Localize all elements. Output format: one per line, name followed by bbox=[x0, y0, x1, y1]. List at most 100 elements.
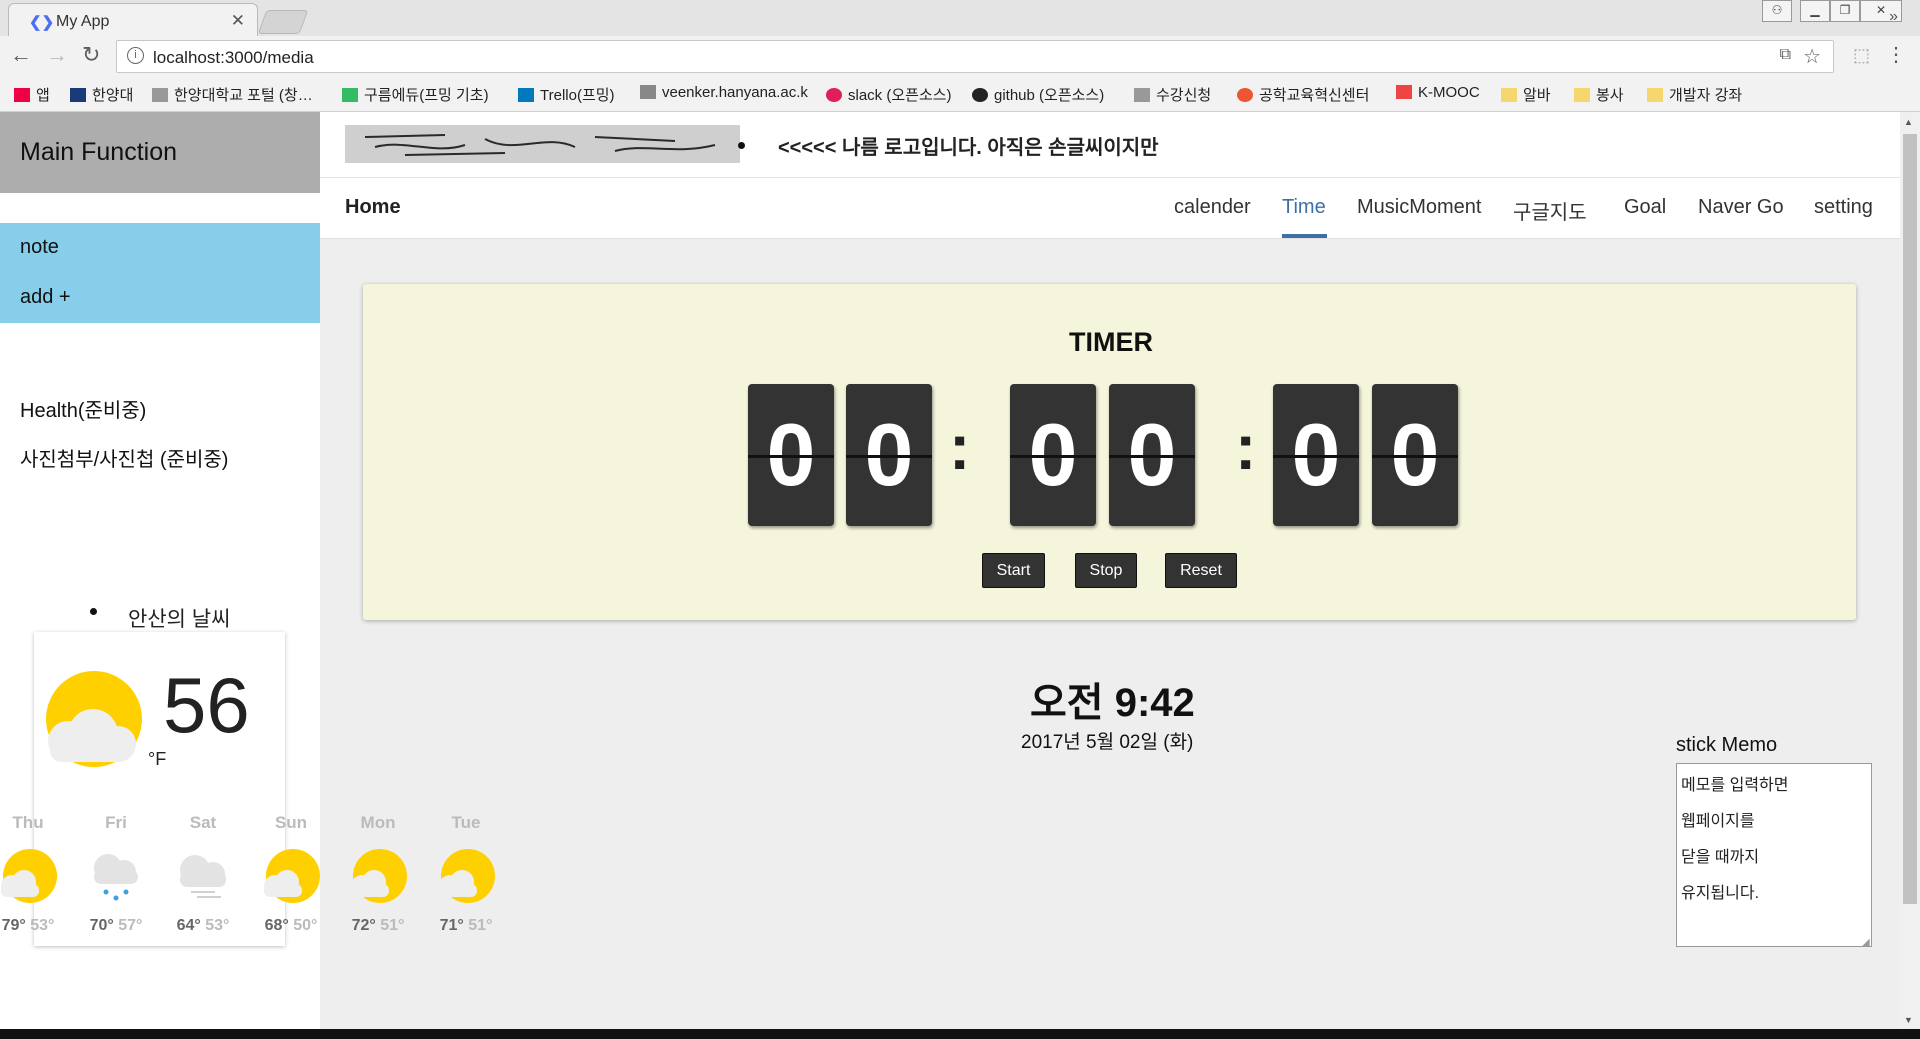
start-button[interactable]: Start bbox=[982, 553, 1045, 588]
bookmark-item[interactable]: Trello(프밍) bbox=[518, 84, 615, 105]
bookmark-item[interactable]: 구름에듀(프밍 기초) bbox=[342, 84, 489, 105]
document-icon bbox=[640, 85, 656, 99]
scroll-up-arrow-icon[interactable]: ▲ bbox=[1904, 117, 1913, 127]
extension-icon[interactable]: ⬚ bbox=[1853, 45, 1870, 66]
resize-grip-icon[interactable]: ◢ bbox=[1862, 937, 1870, 948]
restore-icon[interactable]: ❐ bbox=[1830, 0, 1860, 22]
sidebar-title: Main Function bbox=[20, 138, 178, 166]
forecast-temps: 68° 50° bbox=[251, 917, 331, 935]
forecast-day: Sat bbox=[189, 813, 217, 832]
os-taskbar bbox=[0, 1029, 1920, 1039]
tab-google-map[interactable]: 구글지도 bbox=[1513, 196, 1587, 225]
partly-cloudy-icon bbox=[351, 849, 407, 903]
forecast-temps: 70° 57° bbox=[76, 917, 156, 935]
bookmark-item[interactable]: 한양대 bbox=[70, 84, 133, 105]
timer-digit: 0 bbox=[1010, 384, 1096, 526]
reload-icon[interactable]: ↻ bbox=[82, 42, 100, 68]
timer-colon: : bbox=[949, 411, 971, 483]
chrome-icon bbox=[1237, 88, 1253, 102]
forecast-low: 51° bbox=[380, 917, 405, 934]
bookmark-item[interactable]: slack (오픈소스) bbox=[826, 84, 952, 105]
bookmark-label: veenker.hanyana.ac.k bbox=[662, 84, 808, 101]
browser-toolbar: ← → ↻ i localhost:3000/media ⧉ ☆ bbox=[0, 36, 1920, 76]
bookmarks-overflow-icon[interactable]: » bbox=[1889, 8, 1898, 26]
forecast-low: 53° bbox=[30, 917, 55, 934]
bookmark-label: 알바 bbox=[1523, 87, 1551, 104]
bookmark-item[interactable]: K-MOOC bbox=[1396, 84, 1480, 101]
bookmark-label: 개발자 강좌 bbox=[1669, 87, 1743, 104]
goorm-icon bbox=[342, 88, 358, 102]
bookmark-item[interactable]: veenker.hanyana.ac.k bbox=[640, 84, 808, 101]
handwritten-logo-image bbox=[345, 125, 740, 163]
tab-title: My App bbox=[56, 13, 110, 30]
scrollbar-thumb[interactable] bbox=[1903, 134, 1917, 904]
site-info-icon[interactable]: i bbox=[127, 47, 144, 64]
bookmark-item[interactable]: github (오픈소스) bbox=[972, 84, 1104, 105]
tab-setting[interactable]: setting bbox=[1814, 196, 1873, 219]
scroll-down-arrow-icon[interactable]: ▼ bbox=[1904, 1015, 1913, 1025]
browser-menu-icon[interactable]: ⋮ bbox=[1886, 42, 1906, 67]
url-text[interactable]: localhost:3000/media bbox=[153, 48, 314, 68]
forecast-day: Thu bbox=[12, 813, 44, 832]
bookmark-label: github (오픈소스) bbox=[994, 87, 1105, 104]
weather-title: 안산의 날씨 bbox=[128, 608, 231, 631]
partly-cloudy-icon bbox=[46, 671, 142, 767]
sidebar-item-health[interactable]: Health(준비중) bbox=[20, 394, 146, 423]
stop-button[interactable]: Stop bbox=[1075, 553, 1137, 588]
partly-cloudy-icon bbox=[439, 849, 495, 903]
forecast-day: Fri bbox=[105, 813, 127, 832]
sidebar-item-note[interactable]: note bbox=[20, 236, 59, 259]
minimize-icon[interactable]: ▁ bbox=[1800, 0, 1830, 22]
bookmark-item[interactable]: 알바 bbox=[1501, 84, 1551, 105]
memo-line: 유지됩니다. bbox=[1681, 885, 1760, 902]
sidebar-item-add[interactable]: add + bbox=[20, 286, 71, 309]
bookmark-label: 봉사 bbox=[1596, 87, 1624, 104]
timer-digit: 0 bbox=[748, 384, 834, 526]
bookmark-label: K-MOOC bbox=[1418, 84, 1480, 101]
tab-time[interactable]: Time bbox=[1282, 196, 1326, 219]
hanyang-icon bbox=[70, 88, 86, 102]
bookmark-label: 공학교육혁신센터 bbox=[1259, 87, 1370, 104]
address-bar[interactable]: i localhost:3000/media ⧉ ☆ bbox=[116, 40, 1834, 73]
bookmark-item[interactable]: 앱 bbox=[14, 84, 50, 105]
nav-home-link[interactable]: Home bbox=[345, 196, 401, 219]
translate-icon[interactable]: ⧉ bbox=[1780, 46, 1791, 64]
memo-textarea[interactable]: 메모를 입력하면 웹페이지를 닫을 때까지 유지됩니다. bbox=[1676, 763, 1872, 947]
apps-grid-icon bbox=[14, 88, 30, 102]
forecast-low: 57° bbox=[118, 917, 143, 934]
tab-naver-go[interactable]: Naver Go bbox=[1698, 196, 1784, 219]
bookmark-label: Trello(프밍) bbox=[540, 87, 615, 104]
bookmark-item[interactable]: 수강신청 bbox=[1134, 84, 1211, 105]
github-icon bbox=[972, 88, 988, 102]
tab-musicmoment[interactable]: MusicMoment bbox=[1357, 196, 1481, 219]
tab-close-icon[interactable]: ✕ bbox=[231, 11, 245, 31]
bookmark-label: 앱 bbox=[36, 87, 50, 104]
list-bullet bbox=[738, 142, 745, 149]
browser-tab[interactable]: ❮❯ My App ✕ bbox=[8, 3, 258, 37]
bookmarks-bar: 앱 한양대 한양대학교 포털 (창… 구름에듀(프밍 기초) Trello(프밍) vee… bbox=[0, 76, 1920, 112]
logo-caption: <<<<< 나름 로고입니다. 아직은 손글씨이지만 bbox=[778, 137, 1159, 159]
list-bullet bbox=[90, 608, 97, 615]
back-arrow-icon[interactable]: ← bbox=[10, 42, 32, 68]
forecast-high: 70° bbox=[89, 917, 114, 934]
forecast-high: 68° bbox=[264, 917, 289, 934]
profile-icon[interactable]: ⚇ bbox=[1762, 0, 1792, 22]
forward-arrow-icon[interactable]: → bbox=[46, 42, 68, 68]
memo-line: 메모를 입력하면 bbox=[1681, 777, 1789, 794]
bookmark-item[interactable]: 개발자 강좌 bbox=[1647, 84, 1742, 105]
trello-icon bbox=[518, 88, 534, 102]
forecast-temps: 71° 51° bbox=[426, 917, 506, 935]
timer-digit: 0 bbox=[1109, 384, 1195, 526]
bookmark-star-icon[interactable]: ☆ bbox=[1803, 44, 1821, 69]
tab-calender[interactable]: calender bbox=[1174, 196, 1251, 219]
sidebar-item-photos[interactable]: 사진첨부/사진첩 (준비중) bbox=[20, 443, 228, 472]
forecast-high: 64° bbox=[176, 917, 201, 934]
new-tab-button[interactable] bbox=[257, 10, 309, 34]
bookmark-item[interactable]: 공학교육혁신센터 bbox=[1237, 84, 1369, 105]
tab-goal[interactable]: Goal bbox=[1624, 196, 1666, 219]
bookmark-label: 구름에듀(프밍 기초) bbox=[364, 87, 489, 104]
reset-button[interactable]: Reset bbox=[1165, 553, 1237, 588]
bookmark-item[interactable]: 봉사 bbox=[1574, 84, 1624, 105]
bookmark-item[interactable]: 한양대학교 포털 (창… bbox=[152, 84, 313, 105]
bookmark-label: slack (오픈소스) bbox=[848, 87, 952, 104]
